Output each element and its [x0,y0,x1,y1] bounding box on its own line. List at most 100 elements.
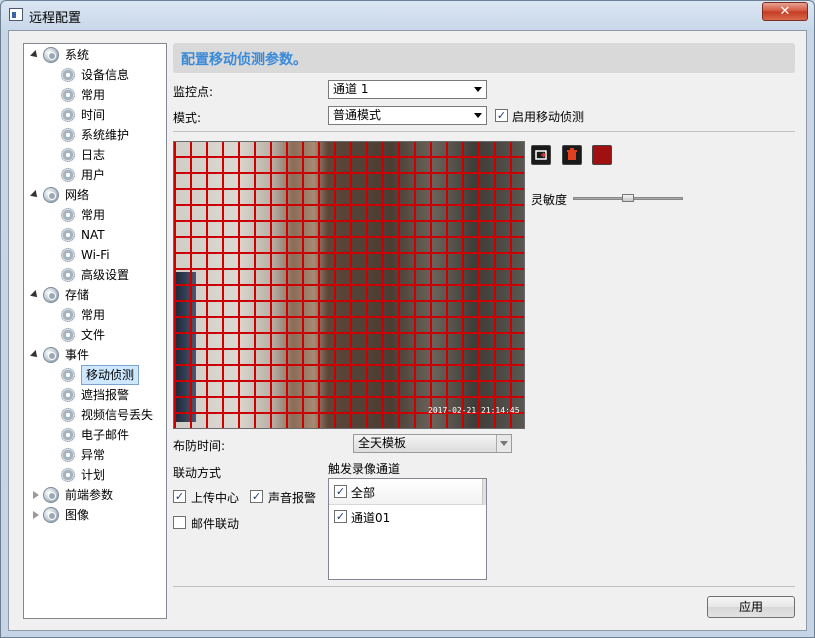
trigger-ch01-label: 通道01 [351,511,391,525]
chevron-down-icon [474,113,482,118]
audio-alarm-checkbox[interactable]: ✓ [250,490,263,503]
section-header: 配置移动侦测参数。 [173,43,795,73]
tree-item-label: 计划 [81,468,106,482]
globe-gear-icon [43,487,59,503]
tree-item[interactable]: 视频信号丢失 [24,405,166,425]
trigger-all-label: 全部 [351,486,376,500]
expand-arrow-icon[interactable] [30,350,40,360]
gear-icon [61,168,75,182]
remote-config-window: 远程配置 ✕ 系统 设备信息 常用 时间 系统维护 日志 用户 网络 常用 NAT Wi-Fi 高级设… [0,0,815,638]
tree-item[interactable]: 用户 [24,165,166,185]
gear-icon [61,308,75,322]
tree-category-label: 网络 [65,188,90,202]
tree-item[interactable]: 遮挡报警 [24,385,166,405]
chevron-down-icon [474,87,482,92]
full-area-button[interactable] [592,145,612,165]
draw-area-button[interactable] [531,145,551,165]
tree-item[interactable]: 时间 [24,105,166,125]
tree-item[interactable]: 系统维护 [24,125,166,145]
gear-icon [61,108,75,122]
tree-item-label: 系统维护 [81,128,130,142]
globe-gear-icon [43,347,59,363]
tree-item-label: 用户 [81,168,106,182]
tree-item[interactable]: Wi-Fi [24,245,166,265]
tree-item[interactable]: 计划 [24,465,166,485]
gear-icon [61,208,75,222]
gear-icon [61,428,75,442]
gear-icon [61,268,75,282]
collapse-arrow-icon[interactable] [33,511,39,519]
tree-item-label: 高级设置 [81,268,130,282]
tree-item[interactable]: 文件 [24,325,166,345]
mode-select[interactable]: 普通模式 [328,106,487,125]
collapse-arrow-icon[interactable] [33,491,39,499]
list-item[interactable]: ✓ 全部 [329,479,486,505]
tree-category-label: 图像 [65,508,90,522]
tree-category[interactable]: 图像 [24,505,166,525]
title-bar[interactable]: 远程配置 ✕ [1,1,814,29]
tree-item[interactable]: NAT [24,225,166,245]
tree-category-label: 前端参数 [65,488,114,502]
motion-area-video[interactable]: 2017-02-21 21:14:45 [173,141,525,429]
mode-label: 模式: [173,111,202,125]
channel-select[interactable]: 通道 1 [328,80,487,99]
gear-icon [61,468,75,482]
email-linkage-checkbox[interactable] [173,516,186,529]
scrollbar[interactable] [482,479,486,505]
client-area: 系统 设备信息 常用 时间 系统维护 日志 用户 网络 常用 NAT Wi-Fi 高级设置 存储 常用 文件… [8,30,807,631]
schedule-dropdown-button[interactable] [496,435,511,452]
section-title: 配置移动侦测参数。 [181,52,307,68]
gear-icon [61,448,75,462]
expand-arrow-icon[interactable] [30,190,40,200]
apply-button[interactable]: 应用 [707,596,795,618]
expand-arrow-icon[interactable] [30,50,40,60]
tree-item-label: 日志 [81,148,106,162]
close-button[interactable]: ✕ [762,2,808,21]
enable-motion-checkbox[interactable]: ✓ [495,109,508,122]
tree-item[interactable]: 移动侦测 [24,365,166,385]
tree-item-label: 常用 [81,88,106,102]
schedule-select[interactable]: 全天模板 [353,434,512,453]
tree-item[interactable]: 常用 [24,205,166,225]
gear-icon [61,88,75,102]
channel-select-value: 通道 1 [333,82,369,96]
tree-category[interactable]: 存储 [24,285,166,305]
tree-item[interactable]: 常用 [24,305,166,325]
gear-icon [61,368,75,382]
trigger-all-checkbox[interactable]: ✓ [334,485,347,498]
draw-area-icon [535,150,547,160]
tree-category[interactable]: 前端参数 [24,485,166,505]
trigger-record-list[interactable]: ✓ 全部 ✓ 通道01 [328,478,487,580]
upload-center-checkbox[interactable]: ✓ [173,490,186,503]
config-tree[interactable]: 系统 设备信息 常用 时间 系统维护 日志 用户 网络 常用 NAT Wi-Fi 高级设置 存储 常用 文件… [23,43,167,619]
schedule-select-value: 全天模板 [358,436,407,450]
gear-icon [61,228,75,242]
tree-category[interactable]: 系统 [24,45,166,65]
tree-item[interactable]: 设备信息 [24,65,166,85]
expand-arrow-icon[interactable] [30,290,40,300]
tree-category[interactable]: 事件 [24,345,166,365]
trigger-ch01-checkbox[interactable]: ✓ [334,510,347,523]
tree-item[interactable]: 高级设置 [24,265,166,285]
gear-icon [61,328,75,342]
tree-item-label: 视频信号丢失 [81,408,154,422]
tree-item[interactable]: 异常 [24,445,166,465]
tree-item-label: 电子邮件 [81,428,130,442]
tree-item[interactable]: 常用 [24,85,166,105]
list-item[interactable]: ✓ 通道01 [329,506,486,528]
tree-item-label: 设备信息 [81,68,130,82]
tree-category[interactable]: 网络 [24,185,166,205]
sensitivity-slider-thumb[interactable] [622,194,634,202]
globe-gear-icon [43,287,59,303]
tree-item-label: 常用 [81,208,106,222]
tree-item-label: 遮挡报警 [81,388,130,402]
divider [173,131,795,132]
clear-area-button[interactable] [562,145,582,165]
tree-item[interactable]: 日志 [24,145,166,165]
tree-item[interactable]: 电子邮件 [24,425,166,445]
tree-category-label: 系统 [65,48,90,62]
tree-item-label: NAT [81,228,105,242]
audio-alarm-label: 声音报警 [268,491,317,505]
gear-icon [61,388,75,402]
motion-grid-overlay[interactable] [174,142,524,428]
